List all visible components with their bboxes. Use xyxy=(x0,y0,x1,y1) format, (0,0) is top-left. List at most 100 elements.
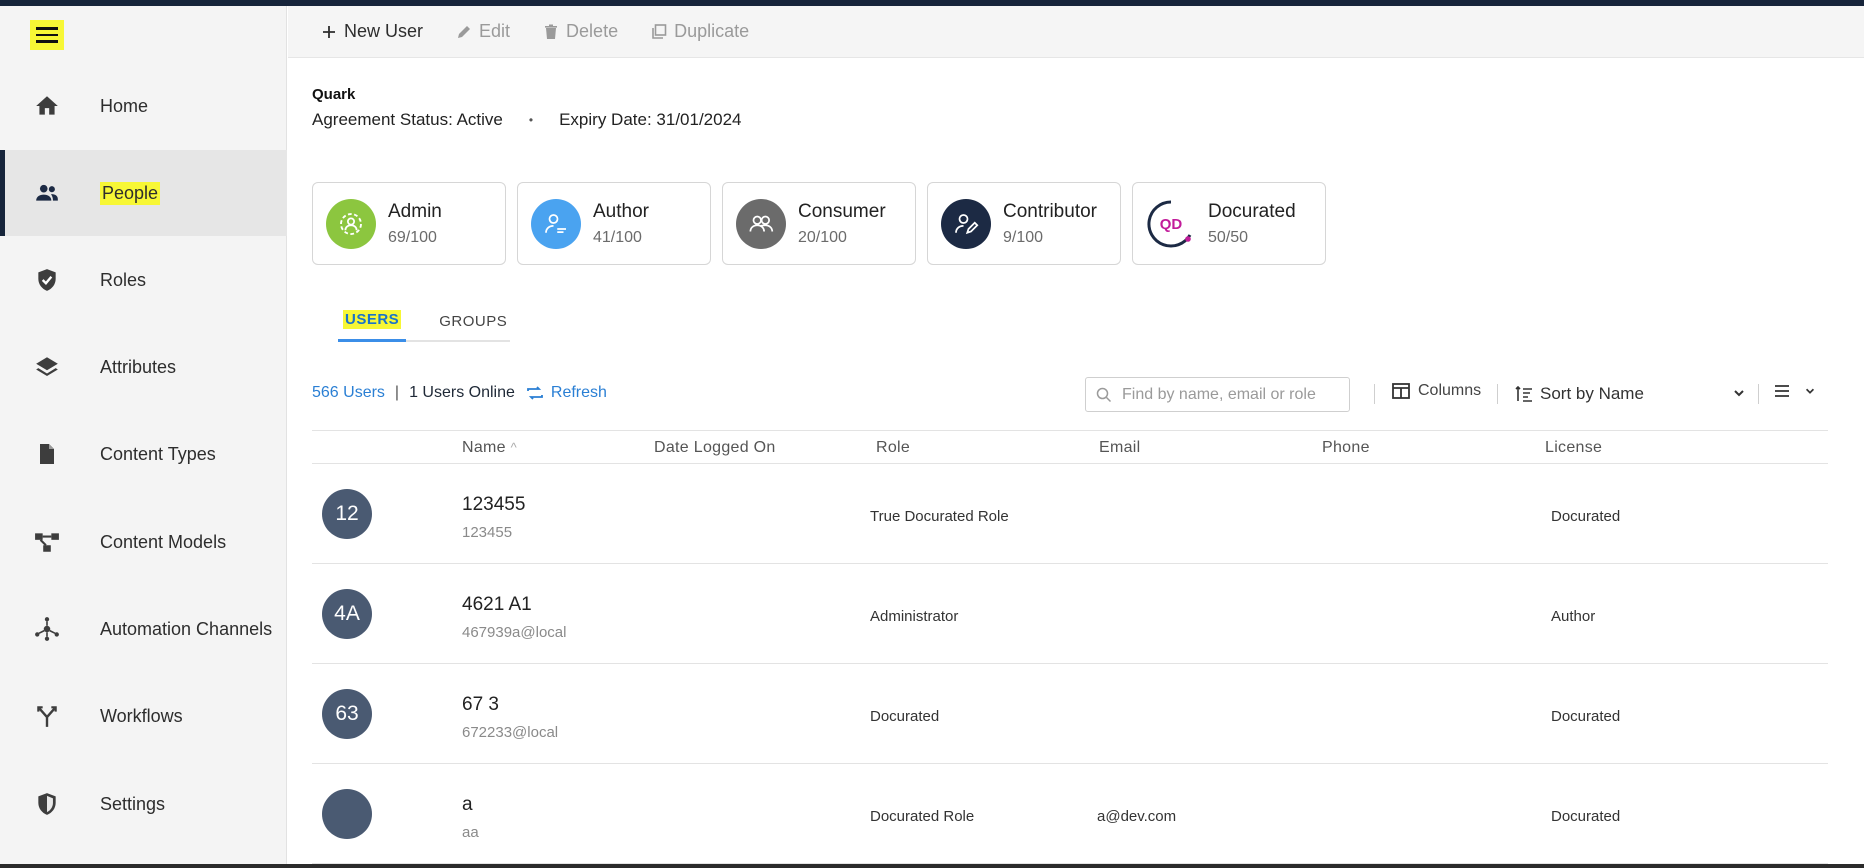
user-license: Docurated xyxy=(1551,708,1621,725)
network-icon xyxy=(33,615,61,643)
avatar: 63 xyxy=(322,689,372,739)
license-card-author[interactable]: Author 41/100 xyxy=(517,182,711,265)
sort-dropdown[interactable]: Sort by Name xyxy=(1515,380,1750,408)
chevron-down-icon xyxy=(1805,388,1815,394)
new-user-button[interactable]: New User xyxy=(308,12,435,52)
layers-icon xyxy=(33,353,61,381)
table-row[interactable]: a aa Docurated Role a@dev.com Docurated xyxy=(312,764,1828,864)
delete-label: Delete xyxy=(566,21,619,41)
svg-text:QD: QD xyxy=(1160,216,1183,233)
license-card-admin[interactable]: Admin 69/100 xyxy=(312,182,506,265)
sidebar-item-home[interactable]: Home xyxy=(0,63,287,149)
agreement-info: Agreement Status: Active • Expiry Date: … xyxy=(312,110,742,130)
organization-name: Quark xyxy=(312,86,356,103)
sidebar-item-workflows[interactable]: Workflows xyxy=(0,673,287,759)
header-name[interactable]: Name ^ xyxy=(462,439,517,457)
sidebar-item-label: Roles xyxy=(100,269,147,290)
sidebar-item-settings[interactable]: Settings xyxy=(0,761,287,847)
people-icon xyxy=(33,179,61,207)
tab-users-label: USERS xyxy=(343,310,402,329)
duplicate-button[interactable]: Duplicate xyxy=(638,12,761,52)
contributor-icon xyxy=(941,198,991,249)
delete-button[interactable]: Delete xyxy=(530,12,630,52)
search-input[interactable] xyxy=(1122,385,1342,404)
hamburger-menu-icon[interactable] xyxy=(30,20,64,50)
table-row[interactable]: 63 67 3 672233@local Docurated Docurated xyxy=(312,664,1828,764)
tab-groups[interactable]: GROUPS xyxy=(439,300,507,342)
sort-asc-icon: ^ xyxy=(510,440,518,455)
sidebar-item-people[interactable]: People xyxy=(0,150,287,236)
user-email: a@dev.com xyxy=(1097,808,1177,825)
license-card-contributor[interactable]: Contributor 9/100 xyxy=(927,182,1121,265)
header-date-logged-on[interactable]: Date Logged On xyxy=(654,439,776,457)
consumer-icon xyxy=(736,198,786,249)
qd-logo-icon: QD xyxy=(1146,198,1196,249)
action-toolbar: New User Edit Delete Duplicate xyxy=(288,6,1864,58)
toolbar-divider xyxy=(1497,384,1498,404)
toolbar-divider xyxy=(1374,384,1375,404)
license-cards: Admin 69/100 Author 41/100 Consumer 20/1… xyxy=(312,182,1326,265)
duplicate-icon xyxy=(652,23,667,39)
sidebar-item-content-models[interactable]: Content Models xyxy=(0,499,287,585)
avatar: 4A xyxy=(322,589,372,639)
header-role[interactable]: Role xyxy=(876,439,910,457)
sidebar: Home People Roles Attributes Content Typ… xyxy=(0,6,287,864)
separator-dot: • xyxy=(528,113,534,127)
header-email[interactable]: Email xyxy=(1099,439,1141,457)
avatar xyxy=(322,789,372,839)
chevron-down-icon xyxy=(1734,390,1744,397)
expiry-date: Expiry Date: 31/01/2024 xyxy=(559,110,742,129)
refresh-icon xyxy=(527,386,543,400)
sort-icon xyxy=(1515,386,1532,402)
user-login: 467939a@local xyxy=(462,624,567,641)
duplicate-label: Duplicate xyxy=(674,21,750,41)
sidebar-item-content-types[interactable]: Content Types xyxy=(0,411,287,497)
users-stats: 566 Users | 1 Users Online Refresh xyxy=(312,384,607,402)
sidebar-item-label: Home xyxy=(100,95,149,116)
user-login: aa xyxy=(462,824,479,841)
user-role: Docurated Role xyxy=(870,808,975,825)
search-field[interactable] xyxy=(1085,377,1350,412)
sidebar-item-automation-channels[interactable]: Automation Channels xyxy=(0,586,287,672)
user-role: True Docurated Role xyxy=(870,508,1009,525)
plus-icon xyxy=(323,25,335,38)
online-count: 1 Users Online xyxy=(409,384,515,401)
sidebar-item-label: Automation Channels xyxy=(100,618,273,639)
user-name: 123455 xyxy=(462,494,526,515)
sidebar-item-label: Settings xyxy=(100,793,166,814)
columns-icon xyxy=(1392,383,1410,399)
user-role: Docurated xyxy=(870,708,940,725)
sidebar-item-label: Content Models xyxy=(100,531,227,552)
model-icon xyxy=(33,528,61,556)
refresh-label: Refresh xyxy=(550,384,607,401)
people-tabs: USERS GROUPS xyxy=(338,300,510,342)
refresh-button[interactable]: Refresh xyxy=(525,384,607,402)
license-count: 20/100 xyxy=(798,228,847,246)
user-license: Docurated xyxy=(1551,808,1621,825)
header-phone[interactable]: Phone xyxy=(1322,439,1370,457)
users-count-link[interactable]: 566 Users xyxy=(312,384,385,402)
license-title: Contributor xyxy=(1003,200,1097,222)
sidebar-item-label: Workflows xyxy=(100,705,183,726)
list-icon xyxy=(1775,385,1789,397)
license-card-docurated[interactable]: QD Docurated 50/50 xyxy=(1132,182,1326,265)
table-row[interactable]: 4A 4621 A1 467939a@local Administrator A… xyxy=(312,564,1828,664)
edit-button[interactable]: Edit xyxy=(443,12,522,52)
tab-users[interactable]: USERS xyxy=(338,300,407,342)
search-icon xyxy=(1096,387,1112,402)
header-license[interactable]: License xyxy=(1545,439,1602,457)
license-count: 9/100 xyxy=(1003,228,1044,246)
workflow-icon xyxy=(33,702,61,730)
avatar: 12 xyxy=(322,489,372,539)
table-row[interactable]: 12 123455 123455 True Docurated Role Doc… xyxy=(312,464,1828,564)
sidebar-item-roles[interactable]: Roles xyxy=(0,237,287,323)
edit-label: Edit xyxy=(479,21,511,41)
users-table: Name ^ Date Logged On Role Email Phone L… xyxy=(312,430,1828,864)
user-name: 4621 A1 xyxy=(462,594,532,615)
user-license: Author xyxy=(1551,608,1596,625)
columns-button[interactable]: Columns xyxy=(1392,382,1481,400)
view-mode-toggle[interactable] xyxy=(1774,384,1816,398)
license-card-consumer[interactable]: Consumer 20/100 xyxy=(722,182,916,265)
sidebar-item-attributes[interactable]: Attributes xyxy=(0,324,287,410)
gear-people-icon xyxy=(326,198,376,249)
